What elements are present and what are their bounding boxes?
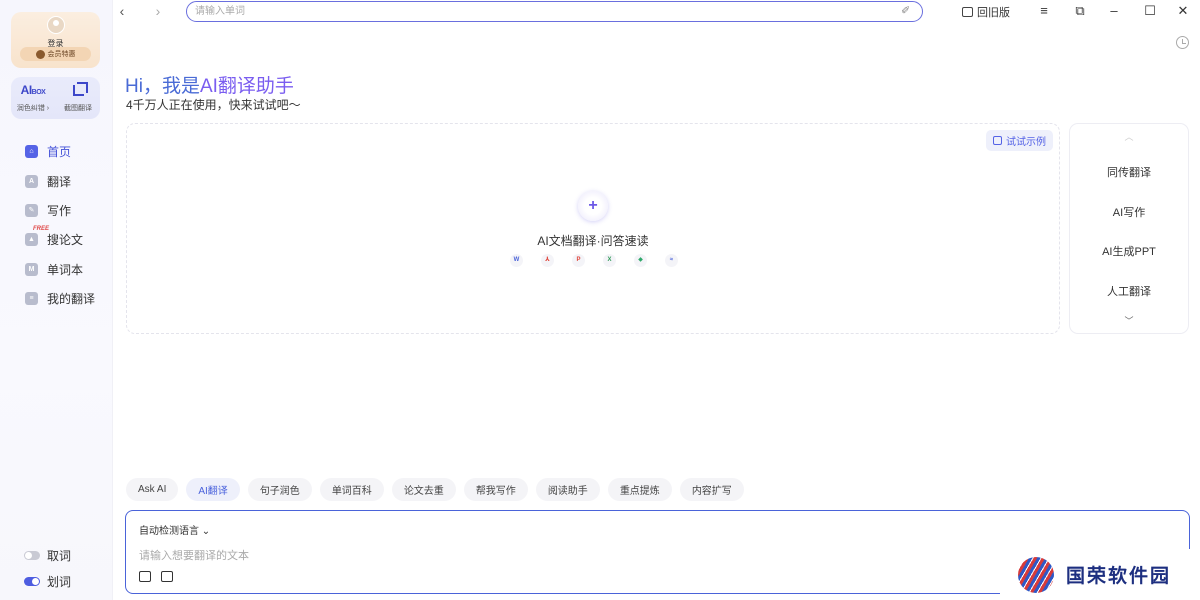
upload-file-icon[interactable]: [139, 571, 151, 582]
feature-ai-writing[interactable]: AI写作: [1070, 204, 1188, 220]
globe-logo-icon: [1018, 556, 1054, 593]
forward-arrow-icon[interactable]: ›: [150, 3, 166, 19]
word-file-icon: W: [510, 254, 523, 267]
tab-paper-dedup[interactable]: 论文去重: [391, 478, 456, 501]
vip-label: 会员特惠: [47, 51, 76, 58]
crop-icon: [72, 82, 88, 96]
watermark: 国荣软件园: [1000, 549, 1200, 600]
sidebar-nav: ⌂ 首页 A 翻译 ✎ 写作 FREE ▲ 搜论文 M 单词本 ≡ 我的翻译: [0, 137, 113, 313]
page-subtitle: 4千万人正在使用，快来试试吧～: [126, 98, 301, 112]
sidebar-item-home[interactable]: ⌂ 首页: [0, 137, 113, 166]
image-file-icon: ≈: [665, 254, 678, 267]
word-search-input[interactable]: [195, 4, 885, 19]
feature-ai-ppt[interactable]: AI生成PPT: [1070, 243, 1188, 259]
switch-version-icon: [962, 7, 973, 17]
upload-title: AI文档翻译·问答速读: [537, 234, 649, 248]
tab-key-points[interactable]: 重点提炼: [607, 478, 672, 501]
history-icon[interactable]: [1176, 36, 1189, 49]
select-word-label: 划词: [47, 575, 72, 589]
screenshot-translate-button[interactable]: 截图翻译: [56, 82, 100, 113]
sidebar-item-label: 单词本: [47, 262, 84, 277]
tab-reading-assistant[interactable]: 阅读助手: [535, 478, 600, 501]
file-type-icons: W ⅄ P X ◆ ≈: [510, 254, 678, 267]
avatar-icon[interactable]: [47, 16, 65, 34]
screenshot-translate-label: 截图翻译: [64, 105, 92, 112]
upload-image-icon[interactable]: [161, 571, 173, 582]
sidebar-item-my-translations[interactable]: ≡ 我的翻译: [0, 284, 113, 313]
book-icon: M: [25, 262, 38, 276]
home-icon: ⌂: [25, 145, 38, 159]
login-card[interactable]: 登录 会员特惠: [11, 12, 100, 68]
tab-sentence-polish[interactable]: 句子润色: [247, 478, 312, 501]
old-version-label: 回旧版: [977, 7, 1010, 19]
free-badge: FREE: [33, 226, 50, 233]
page-title: Hi，我是AI翻译助手: [125, 76, 294, 97]
old-version-button[interactable]: 回旧版: [962, 4, 1010, 20]
doc-icon: ≡: [25, 292, 38, 306]
excel-file-icon: X: [603, 254, 616, 267]
sidebar-item-write[interactable]: ✎ 写作: [0, 196, 113, 225]
select-word-toggle[interactable]: [24, 577, 40, 586]
translate-icon: A: [25, 174, 38, 188]
feature-human-translation[interactable]: 人工翻译: [1070, 283, 1188, 299]
source-language-select[interactable]: 自动检测语言 ⌄: [139, 522, 210, 537]
sidebar-item-label: 翻译: [47, 174, 72, 189]
pen-icon: ✎: [25, 203, 38, 217]
tab-ask-ai[interactable]: Ask AI: [126, 478, 179, 501]
sidebar-item-wordbook[interactable]: M 单词本: [0, 255, 113, 284]
ppt-file-icon: P: [572, 254, 585, 267]
try-example-button[interactable]: 试试示例: [986, 130, 1053, 151]
sidebar: 登录 会员特惠 AIBOX 润色纠错 › 截图翻译 ⌂ 首页 A 翻译 ✎ 写作: [0, 0, 113, 600]
paper-icon: ▲: [25, 233, 38, 247]
polish-correct-button[interactable]: AIBOX 润色纠错 ›: [11, 83, 55, 113]
watermark-text: 国荣软件园: [1066, 566, 1172, 587]
pdf-file-icon: ⅄: [541, 254, 554, 267]
translate-text-input[interactable]: [139, 547, 999, 565]
maximize-icon[interactable]: ☐: [1142, 3, 1158, 19]
pick-word-toggle-row: 取词: [24, 547, 71, 564]
sidebar-item-search-paper[interactable]: FREE ▲ 搜论文: [0, 225, 113, 254]
pick-word-toggle[interactable]: [24, 551, 40, 560]
sidebar-item-label: 首页: [47, 145, 72, 160]
minimize-icon[interactable]: –: [1106, 3, 1122, 19]
back-arrow-icon[interactable]: ‹: [114, 3, 130, 19]
mini-mode-icon[interactable]: ⧉: [1072, 3, 1088, 19]
sidebar-item-label: 我的翻译: [47, 292, 96, 307]
handwrite-icon[interactable]: ✐: [901, 5, 913, 17]
tab-word-wiki[interactable]: 单词百科: [319, 478, 384, 501]
sidebar-item-label: 写作: [47, 203, 72, 218]
pick-word-label: 取词: [47, 549, 72, 563]
chevron-down-icon[interactable]: ﹀: [1070, 314, 1188, 327]
menu-icon[interactable]: ≡: [1036, 3, 1052, 19]
example-icon: [993, 136, 1002, 145]
word-search-box[interactable]: ✐: [186, 1, 923, 22]
sidebar-item-translate[interactable]: A 翻译: [0, 166, 113, 195]
tab-help-write[interactable]: 帮我写作: [463, 478, 528, 501]
chevron-up-icon[interactable]: ︿: [1070, 130, 1188, 143]
diamond-icon: [35, 49, 45, 59]
aibox-card: AIBOX 润色纠错 › 截图翻译: [11, 77, 100, 119]
polish-correct-label: 润色纠错 ›: [16, 105, 50, 112]
sidebar-item-label: 搜论文: [47, 233, 84, 248]
feature-simultaneous-translation[interactable]: 同传翻译: [1070, 164, 1188, 180]
feature-panel: ︿ 同传翻译 AI写作 AI生成PPT 人工翻译 ﹀: [1069, 123, 1189, 334]
tab-content-expand[interactable]: 内容扩写: [679, 478, 744, 501]
tab-ai-translate[interactable]: AI翻译: [186, 478, 240, 501]
select-word-toggle-row: 划词: [24, 573, 71, 590]
document-upload-area[interactable]: 试试示例 + AI文档翻译·问答速读 W ⅄ P X ◆ ≈: [126, 123, 1060, 334]
aibox-logo: AIBOX: [20, 83, 46, 97]
tool-tabs: Ask AI AI翻译 句子润色 单词百科 论文去重 帮我写作 阅读助手 重点提…: [126, 478, 744, 501]
add-file-icon[interactable]: +: [578, 191, 608, 221]
epub-file-icon: ◆: [634, 254, 647, 267]
close-icon[interactable]: ✕: [1175, 3, 1191, 19]
vip-offer-button[interactable]: 会员特惠: [20, 47, 91, 61]
try-example-label: 试试示例: [1006, 137, 1046, 148]
chevron-down-icon: ⌄: [201, 526, 211, 537]
